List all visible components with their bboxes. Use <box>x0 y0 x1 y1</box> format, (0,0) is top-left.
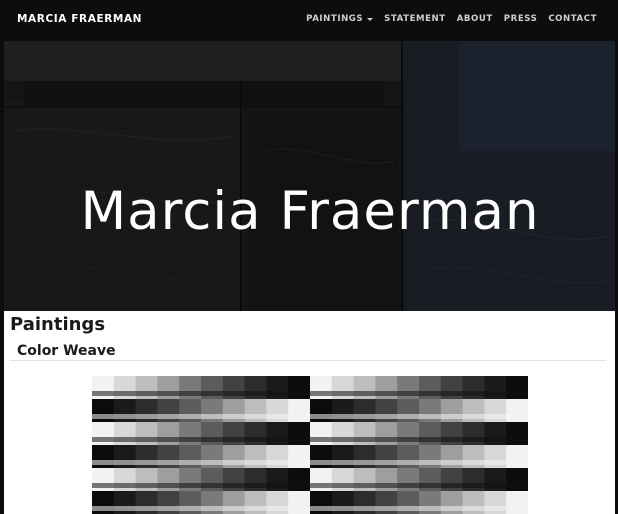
color-weave-image <box>92 376 529 514</box>
nav-item-contact[interactable]: CONTACT <box>548 14 597 24</box>
nav-item-label: ABOUT <box>456 14 493 24</box>
navbar: MARCIA FRAERMAN PAINTINGS STATEMENT ABOU… <box>0 0 618 41</box>
nav-item-press[interactable]: PRESS <box>504 14 538 24</box>
main-nav: PAINTINGS STATEMENT ABOUT PRESS CONTACT <box>306 14 597 24</box>
section-title: Paintings <box>10 314 106 335</box>
divider <box>10 360 606 361</box>
hero-title: Marcia Fraerman <box>80 181 540 242</box>
nav-item-label: PAINTINGS <box>306 14 364 24</box>
nav-item-about[interactable]: ABOUT <box>457 14 493 24</box>
nav-item-statement[interactable]: STATEMENT <box>384 14 446 24</box>
nav-item-label: CONTACT <box>548 14 597 24</box>
hero-banner: Marcia Fraerman <box>4 41 615 311</box>
nav-item-label: PRESS <box>503 14 538 24</box>
nav-item-paintings[interactable]: PAINTINGS <box>306 14 374 24</box>
subsection-title: Color Weave <box>17 343 116 359</box>
hero-background-painting <box>4 41 615 311</box>
nav-item-label: STATEMENT <box>384 14 446 24</box>
brand-link[interactable]: MARCIA FRAERMAN <box>17 13 142 25</box>
caret-down-icon <box>367 18 374 21</box>
painting-color-weave[interactable] <box>92 376 529 514</box>
